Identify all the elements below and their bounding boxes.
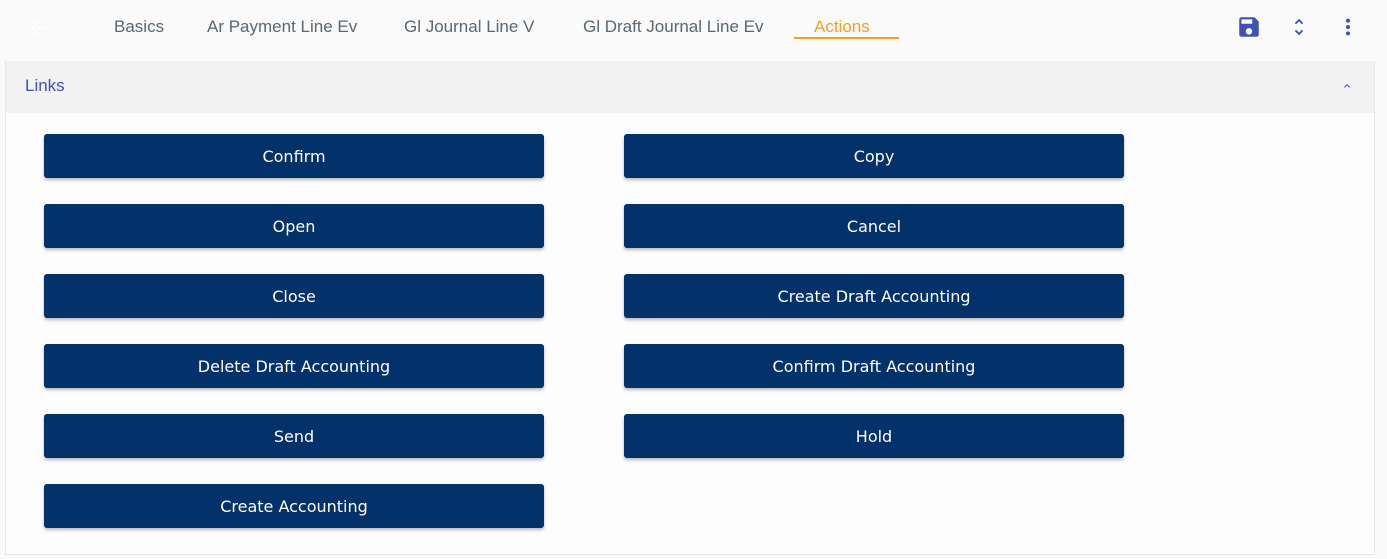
links-panel: Links Confirm Open Close Delete Draft Ac… <box>5 61 1375 555</box>
open-button[interactable]: Open <box>44 204 544 248</box>
send-button[interactable]: Send <box>44 414 544 458</box>
close-button[interactable]: Close <box>44 274 544 318</box>
cancel-button[interactable]: Cancel <box>624 204 1124 248</box>
create-accounting-button[interactable]: Create Accounting <box>44 484 544 528</box>
create-draft-accounting-button[interactable]: Create Draft Accounting <box>624 274 1124 318</box>
delete-draft-accounting-button[interactable]: Delete Draft Accounting <box>44 344 544 388</box>
unfold-icon <box>1294 18 1304 36</box>
tab-gl-journal-line-v[interactable]: Gl Journal Line V <box>404 16 534 40</box>
tab-gl-draft-journal-line-ev[interactable]: Gl Draft Journal Line Ev <box>583 16 763 40</box>
links-panel-header[interactable]: Links <box>6 61 1374 113</box>
floppy-disk-icon <box>1239 17 1259 37</box>
more-options-button[interactable] <box>1334 12 1362 42</box>
hold-button[interactable]: Hold <box>624 414 1124 458</box>
tab-basics[interactable]: Basics <box>114 16 164 40</box>
back-button[interactable] <box>24 14 52 42</box>
active-tab-indicator <box>794 37 899 39</box>
expand-collapse-button[interactable] <box>1285 12 1313 42</box>
confirm-draft-accounting-button[interactable]: Confirm Draft Accounting <box>624 344 1124 388</box>
section-title: Links <box>25 76 65 95</box>
top-bar: Basics Ar Payment Line Ev Gl Journal Lin… <box>0 0 1387 60</box>
more-vertical-icon <box>1345 18 1351 36</box>
confirm-button[interactable]: Confirm <box>44 134 544 178</box>
tab-ar-payment-line-ev[interactable]: Ar Payment Line Ev <box>207 16 357 40</box>
chevron-up-icon[interactable] <box>1340 79 1354 93</box>
copy-button[interactable]: Copy <box>624 134 1124 178</box>
save-button[interactable] <box>1235 12 1263 42</box>
arrow-left-icon <box>30 20 46 36</box>
